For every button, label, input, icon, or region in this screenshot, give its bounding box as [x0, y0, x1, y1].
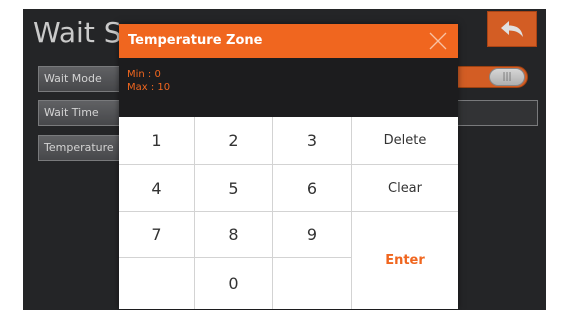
- close-button[interactable]: [426, 29, 450, 53]
- device-screen: Wait S Wait Mode Wait Time Temperature |…: [23, 9, 546, 310]
- temperature-zone-dialog: Temperature Zone Min : 0 Max : 10 1 2 3 …: [119, 24, 458, 309]
- key-4[interactable]: 4: [119, 165, 195, 212]
- key-7[interactable]: 7: [119, 212, 195, 258]
- blank-key: [119, 258, 195, 309]
- key-0[interactable]: 0: [195, 258, 273, 309]
- enter-key[interactable]: Enter: [352, 212, 458, 309]
- key-1[interactable]: 1: [119, 117, 195, 165]
- dialog-title: Temperature Zone: [128, 33, 263, 48]
- range-info: Min : 0 Max : 10: [127, 68, 170, 94]
- blank-key: [273, 258, 352, 309]
- key-6[interactable]: 6: [273, 165, 352, 212]
- min-value-label: Min : 0: [127, 69, 161, 80]
- dialog-header: Temperature Zone: [119, 24, 458, 58]
- numeric-keypad: 1 2 3 Delete 4 5 6 Clear 7 8 9 Enter 0: [119, 117, 458, 309]
- max-value-label: Max : 10: [127, 82, 171, 93]
- key-8[interactable]: 8: [195, 212, 273, 258]
- key-5[interactable]: 5: [195, 165, 273, 212]
- page: Wait S Wait Mode Wait Time Temperature |…: [0, 0, 569, 317]
- close-icon: [429, 32, 447, 50]
- key-2[interactable]: 2: [195, 117, 273, 165]
- key-9[interactable]: 9: [273, 212, 352, 258]
- clear-key[interactable]: Clear: [352, 165, 458, 212]
- delete-key[interactable]: Delete: [352, 117, 458, 165]
- key-3[interactable]: 3: [273, 117, 352, 165]
